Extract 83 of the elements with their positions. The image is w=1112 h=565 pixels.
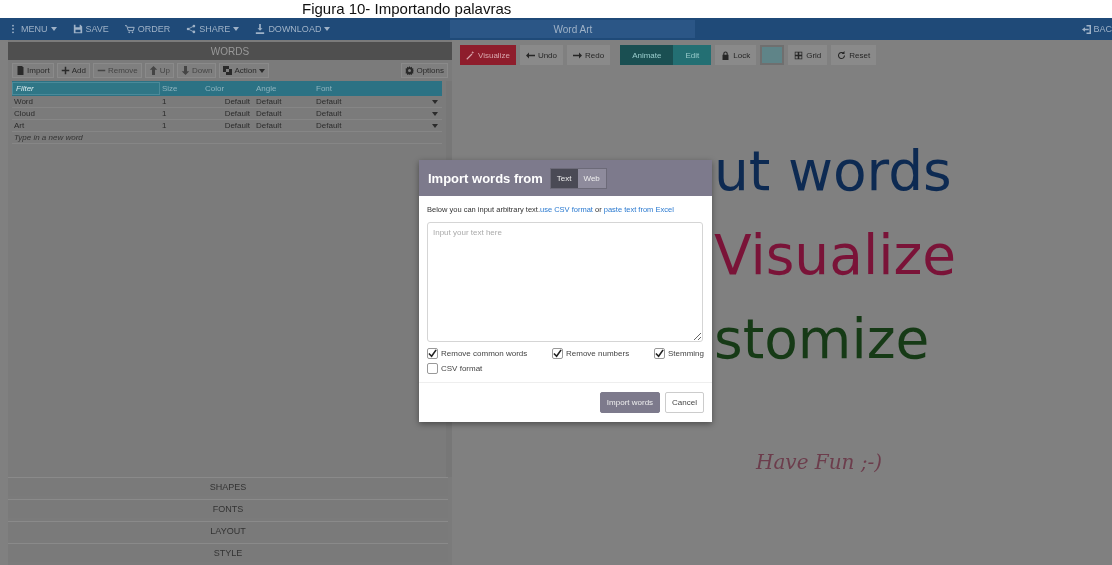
arrow-left-icon: [525, 50, 535, 60]
checkbox[interactable]: [427, 348, 438, 359]
mode-toggle[interactable]: Animate: [620, 45, 674, 65]
canvas-button[interactable]: Undo: [519, 45, 563, 65]
size-cell-text: 1: [161, 97, 168, 106]
caret-icon: [432, 111, 438, 116]
figure-caption: Figura 10- Importando palavras: [302, 0, 512, 18]
checkbox[interactable]: [427, 363, 438, 374]
toolbar-button[interactable]: Add: [56, 63, 90, 78]
filter-field[interactable]: Filter: [12, 82, 160, 95]
arrow-down-icon: [180, 66, 190, 75]
arrow-up-icon: [148, 66, 158, 75]
mode-toggle[interactable]: Edit: [673, 45, 712, 65]
angle-cell-text: Default: [255, 97, 283, 106]
column-header[interactable]: Font: [314, 84, 442, 93]
dialog-button[interactable]: Cancel: [665, 392, 704, 413]
caret-icon: [233, 27, 240, 31]
menu-item[interactable]: MENU: [8, 24, 57, 34]
angle-cell-text: Default: [255, 121, 283, 130]
tagline: Have Fun ;-): [756, 450, 883, 474]
color-cell-text: Default: [223, 97, 251, 106]
size-cell-text: 1: [161, 121, 168, 130]
menu-item[interactable]: SAVE: [72, 24, 109, 34]
checkbox[interactable]: [552, 348, 563, 359]
menu-item[interactable]: DOWNLOAD: [255, 24, 331, 34]
reset-icon: [837, 50, 847, 60]
caret-icon: [432, 99, 438, 104]
color-cell-text: Default: [223, 109, 251, 118]
canvas-button[interactable]: Visualize: [460, 45, 516, 65]
cloud-word: Visualize: [714, 224, 958, 286]
checkbox-label: CSV format: [441, 364, 483, 373]
plus-icon: [60, 66, 70, 75]
lock-icon: [721, 50, 731, 60]
menu-item[interactable]: SHARE: [186, 24, 240, 34]
document-icon: [16, 66, 25, 75]
canvas-button[interactable]: Grid: [788, 45, 828, 65]
cloud-word: stomize: [714, 308, 931, 370]
caret-icon: [432, 123, 438, 128]
magic-wand-icon: [466, 50, 475, 60]
word-cell-text: Art: [13, 121, 26, 130]
font-dropdown[interactable]: Default: [314, 109, 442, 118]
color-swatch-button[interactable]: [760, 45, 785, 65]
column-header[interactable]: Size: [160, 84, 203, 93]
panel-header[interactable]: WORDS: [8, 42, 452, 60]
dialog-button[interactable]: Import words: [599, 392, 661, 413]
column-header[interactable]: Color: [203, 84, 254, 93]
menu-item[interactable]: ORDER: [124, 24, 171, 34]
font-dropdown[interactable]: Default: [314, 97, 442, 106]
caret-icon: [50, 27, 57, 31]
checkbox[interactable]: [654, 348, 665, 359]
dialog-title: Import words from: [428, 170, 543, 186]
share-icon: [186, 24, 197, 34]
grid-icon: [794, 50, 804, 60]
checkbox-label: Stemming: [668, 349, 704, 358]
caret-icon: [258, 68, 265, 73]
gear-icon: [405, 66, 415, 75]
column-header[interactable]: Angle: [254, 84, 314, 93]
toolbar-button[interactable]: Action: [219, 63, 269, 78]
color-cell-text: Default: [223, 121, 251, 130]
font-dropdown[interactable]: Default: [314, 121, 442, 130]
exit-icon: [1082, 24, 1092, 34]
document-title-field[interactable]: Word Art: [450, 20, 696, 38]
word-cell-text: Word: [13, 97, 34, 106]
checkbox-label: Remove numbers: [566, 349, 630, 358]
source-tab[interactable]: Web: [577, 168, 606, 188]
cart-icon: [124, 24, 135, 34]
copy-icon: [223, 66, 233, 75]
checkbox-label: Remove common words: [441, 349, 528, 358]
options-button[interactable]: Options: [401, 63, 448, 78]
text-input-area[interactable]: Input your text here: [427, 222, 703, 342]
back-link[interactable]: BAC: [1082, 24, 1112, 34]
source-tab[interactable]: Text: [550, 168, 578, 188]
cloud-word: ut words: [714, 140, 953, 202]
download-icon: [255, 24, 266, 34]
size-cell-text: 1: [161, 109, 168, 118]
canvas-button[interactable]: Redo: [567, 45, 611, 65]
angle-cell-text: Default: [255, 109, 283, 118]
caret-icon: [324, 27, 331, 31]
canvas-button[interactable]: Lock: [715, 45, 757, 65]
canvas-button[interactable]: Reset: [831, 45, 877, 65]
arrow-right-icon: [573, 50, 582, 60]
toolbar-button[interactable]: Import: [12, 63, 54, 78]
word-cell-text: Cloud: [13, 109, 36, 118]
